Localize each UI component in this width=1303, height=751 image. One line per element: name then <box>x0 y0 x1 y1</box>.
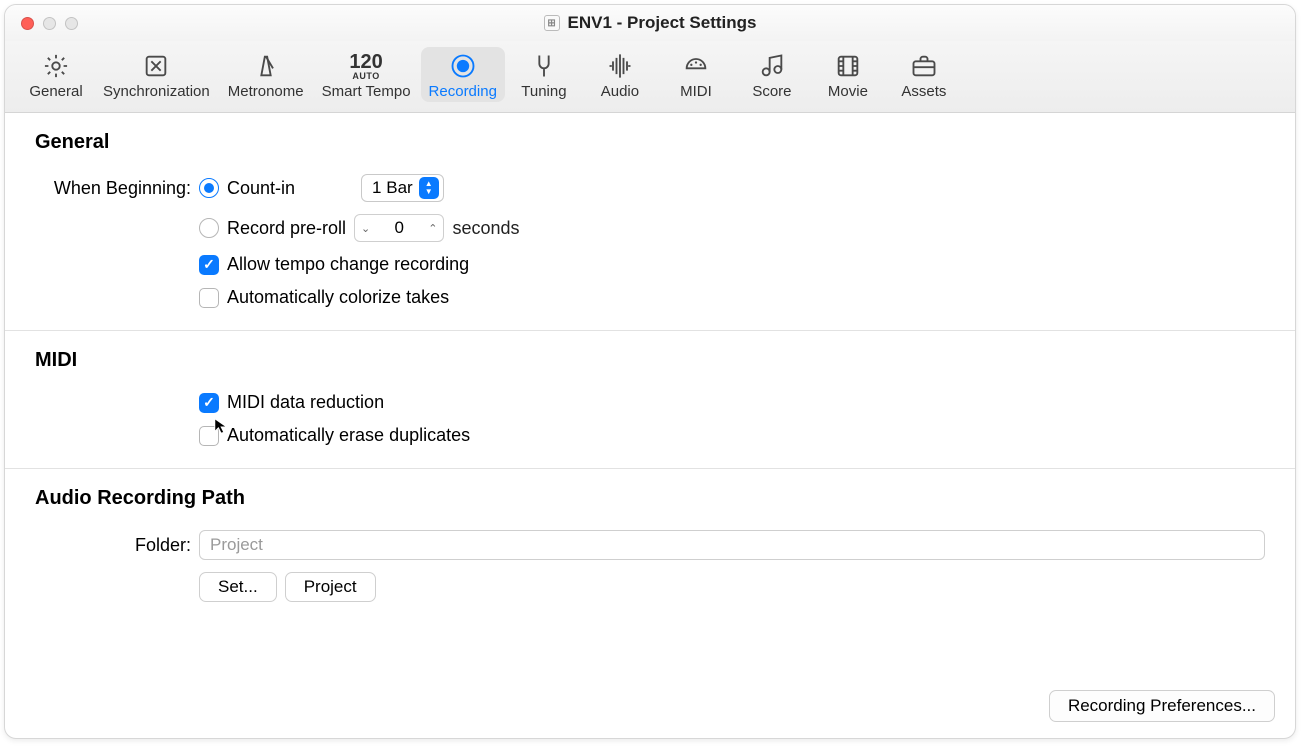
folder-label: Folder: <box>35 535 199 556</box>
tab-label: Smart Tempo <box>322 83 411 100</box>
allow-tempo-label: Allow tempo change recording <box>227 254 469 275</box>
checkbox-midi-data-reduction[interactable] <box>199 393 219 413</box>
radio-record-preroll[interactable] <box>199 218 219 238</box>
set-button-label: Set... <box>218 577 258 597</box>
set-folder-button[interactable]: Set... <box>199 572 277 602</box>
preroll-stepper[interactable]: ⌄ 0 ⌃ <box>354 214 444 242</box>
midi-port-icon <box>678 51 714 81</box>
preroll-value: 0 <box>384 218 414 238</box>
titlebar: ⊞ ENV1 - Project Settings <box>5 5 1295 41</box>
section-title-midi: MIDI <box>35 349 1265 372</box>
section-audio-recording-path: Audio Recording Path Folder: Set... Proj… <box>5 468 1295 632</box>
document-icon: ⊞ <box>544 15 560 31</box>
sync-icon <box>138 51 174 81</box>
preroll-unit: seconds <box>452 218 519 239</box>
tab-label: Tuning <box>521 83 566 100</box>
chevron-up-icon[interactable]: ⌃ <box>428 222 437 235</box>
tab-metronome[interactable]: Metronome <box>220 47 312 102</box>
tab-label: General <box>29 83 82 100</box>
tab-midi[interactable]: MIDI <box>659 47 733 102</box>
content-area: General When Beginning: Count-in 1 Bar ▲… <box>5 113 1295 738</box>
tab-smart-tempo[interactable]: 120 AUTO Smart Tempo <box>314 47 419 102</box>
chevron-down-icon[interactable]: ⌄ <box>361 222 370 235</box>
window-controls <box>5 17 78 30</box>
section-title-general: General <box>35 131 1265 154</box>
window-title: ⊞ ENV1 - Project Settings <box>5 13 1295 33</box>
section-midi: MIDI MIDI data reduction Automatically e… <box>5 330 1295 468</box>
tab-synchronization[interactable]: Synchronization <box>95 47 218 102</box>
count-in-select[interactable]: 1 Bar ▲▼ <box>361 174 444 202</box>
count-in-label: Count-in <box>227 178 295 199</box>
when-beginning-label: When Beginning: <box>35 178 199 199</box>
film-icon <box>830 51 866 81</box>
tab-label: Recording <box>429 83 497 100</box>
waveform-icon <box>602 51 638 81</box>
record-icon <box>445 51 481 81</box>
close-icon[interactable] <box>21 17 34 30</box>
zoom-icon[interactable] <box>65 17 78 30</box>
checkbox-allow-tempo-change[interactable] <box>199 255 219 275</box>
tab-label: Audio <box>601 83 639 100</box>
tab-assets[interactable]: Assets <box>887 47 961 102</box>
tab-audio[interactable]: Audio <box>583 47 657 102</box>
recording-preferences-label: Recording Preferences... <box>1068 696 1256 715</box>
tab-label: MIDI <box>680 83 712 100</box>
auto-colorize-label: Automatically colorize takes <box>227 287 449 308</box>
tab-label: Metronome <box>228 83 304 100</box>
section-general: General When Beginning: Count-in 1 Bar ▲… <box>5 113 1295 330</box>
section-title-audio-path: Audio Recording Path <box>35 487 1265 510</box>
checkbox-auto-colorize-takes[interactable] <box>199 288 219 308</box>
project-folder-button[interactable]: Project <box>285 572 376 602</box>
tab-movie[interactable]: Movie <box>811 47 885 102</box>
briefcase-icon <box>906 51 942 81</box>
tab-label: Score <box>752 83 791 100</box>
music-notes-icon <box>754 51 790 81</box>
chevron-up-down-icon: ▲▼ <box>419 177 439 199</box>
preroll-label: Record pre-roll <box>227 218 346 239</box>
count-in-value: 1 Bar <box>372 178 413 198</box>
midi-data-reduction-label: MIDI data reduction <box>227 392 384 413</box>
smart-tempo-icon: 120 AUTO <box>348 51 384 81</box>
metronome-icon <box>248 51 284 81</box>
tempo-auto: AUTO <box>349 72 382 81</box>
window-title-text: ENV1 - Project Settings <box>568 13 757 33</box>
radio-count-in[interactable] <box>199 178 219 198</box>
folder-path-input[interactable] <box>199 530 1265 560</box>
minimize-icon[interactable] <box>43 17 56 30</box>
tab-label: Synchronization <box>103 83 210 100</box>
tab-general[interactable]: General <box>19 47 93 102</box>
erase-dupes-label: Automatically erase duplicates <box>227 425 470 446</box>
tab-tuning[interactable]: Tuning <box>507 47 581 102</box>
project-button-label: Project <box>304 577 357 597</box>
recording-preferences-button[interactable]: Recording Preferences... <box>1049 690 1275 722</box>
tab-label: Assets <box>901 83 946 100</box>
checkbox-auto-erase-duplicates[interactable] <box>199 426 219 446</box>
tab-score[interactable]: Score <box>735 47 809 102</box>
gear-icon <box>38 51 74 81</box>
toolbar: General Synchronization Metronome 120 AU… <box>5 41 1295 113</box>
tempo-number: 120 <box>349 52 382 72</box>
tuning-fork-icon <box>526 51 562 81</box>
project-settings-window: ⊞ ENV1 - Project Settings General Synchr… <box>4 4 1296 739</box>
tab-recording[interactable]: Recording <box>421 47 505 102</box>
tab-label: Movie <box>828 83 868 100</box>
